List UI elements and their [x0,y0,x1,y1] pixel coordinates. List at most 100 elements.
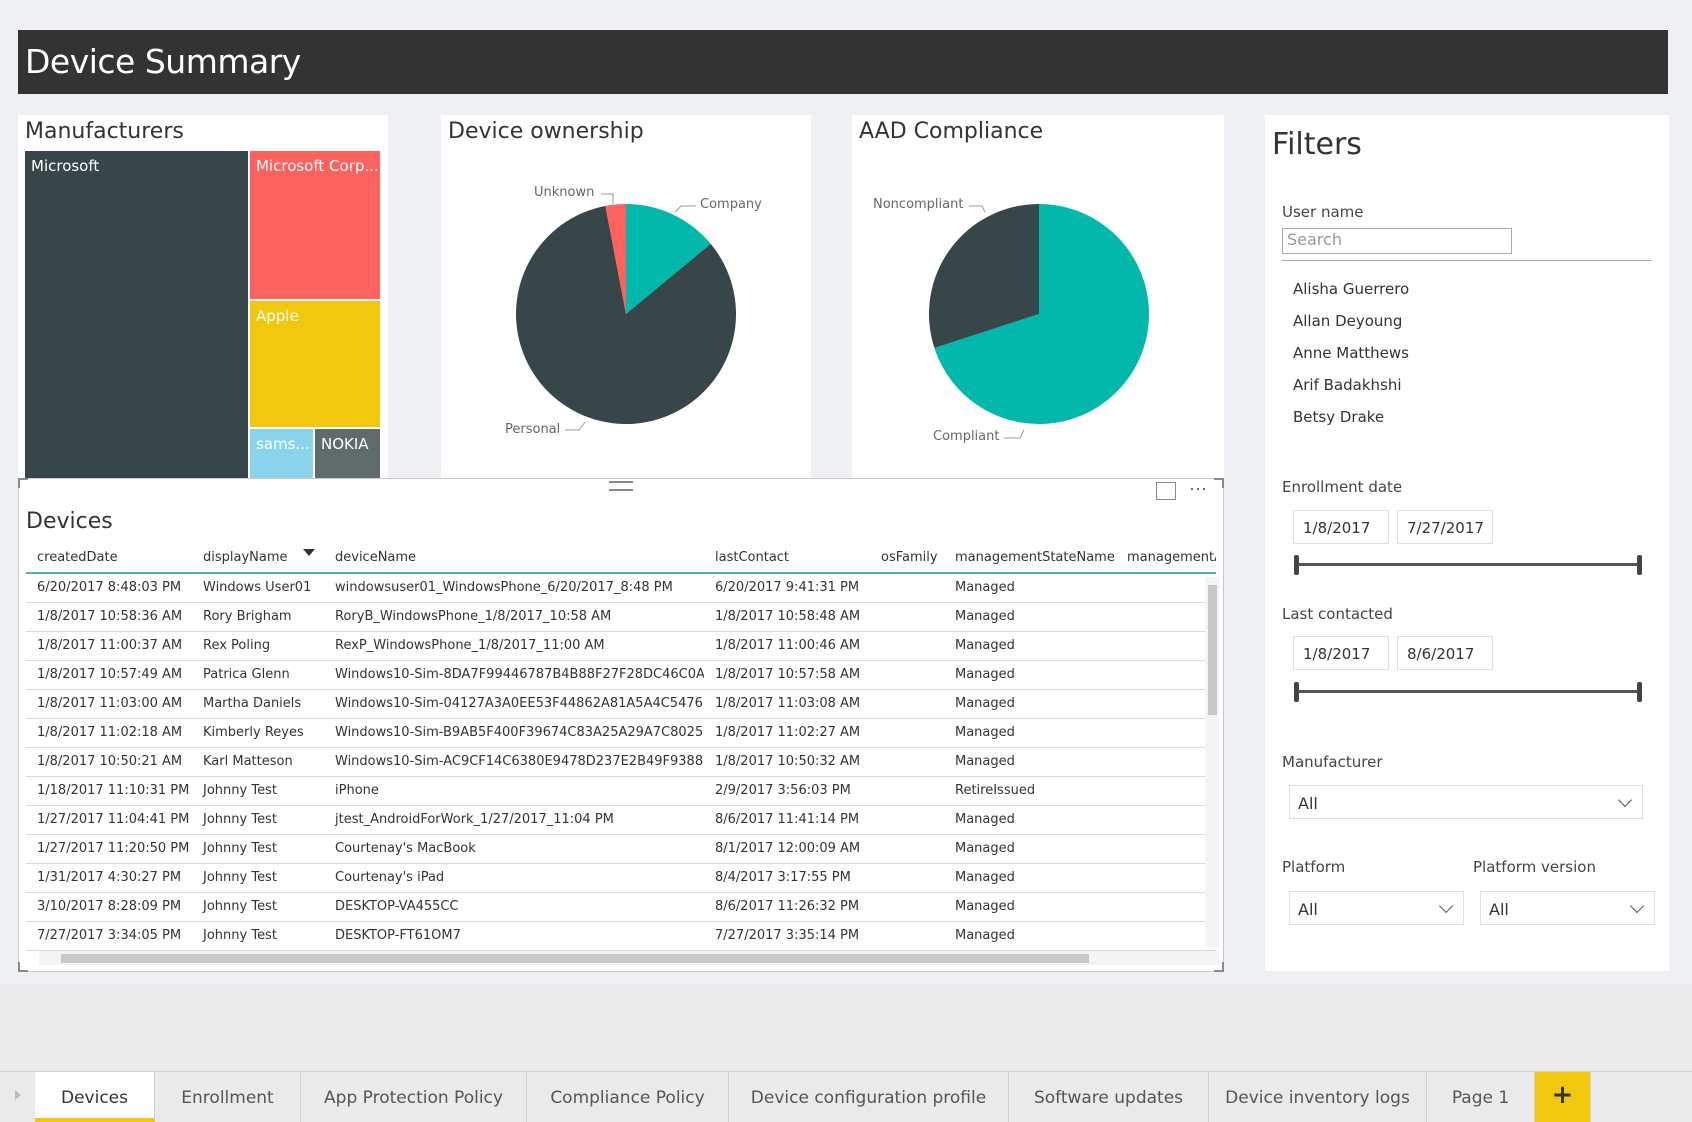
manufacturer-dropdown[interactable]: All [1289,785,1643,819]
compliance-pie-chart[interactable] [852,115,1224,478]
treemap-cell-microsoft[interactable]: Microsoft [25,151,248,478]
treemap-cell-apple[interactable]: Apple [250,301,380,427]
platform-version-dropdown[interactable]: All [1480,891,1655,925]
table-cell: 7/27/2017 3:35:14 PM [704,921,870,951]
scrollbar-thumb[interactable] [61,954,1089,963]
enrollment-to-input[interactable]: 7/27/2017 [1397,510,1493,544]
page-tab[interactable]: Devices [35,1072,155,1122]
aad-compliance-tile[interactable]: AAD Compliance Noncompliant Compliant [852,115,1224,478]
page-tab[interactable]: Device inventory logs [1209,1072,1427,1122]
table-cell: 1/8/2017 10:58:36 AM [26,602,192,632]
user-list-item[interactable]: Allan Deyoung [1293,312,1402,330]
manufacturers-tile[interactable]: Manufacturers Microsoft Microsoft Corp..… [18,115,388,478]
treemap-cell-nokia[interactable]: NOKIA [315,429,380,478]
resize-corner[interactable] [18,478,28,488]
resize-corner[interactable] [1214,478,1224,488]
platform-dropdown[interactable]: All [1289,891,1464,925]
table-cell: 6/20/2017 8:48:03 PM [26,573,192,603]
enrollment-slider-end[interactable] [1637,555,1642,575]
table-row[interactable]: 1/8/2017 11:03:00 AM Martha Daniels Window… [26,689,1216,719]
resize-corner[interactable] [1214,962,1224,972]
platform-version-label: Platform version [1473,858,1596,876]
scroll-left-icon[interactable] [15,1090,21,1100]
column-header-createdDate[interactable]: createdDate [26,543,192,574]
chevron-down-icon [1629,898,1645,914]
table-cell [870,863,944,893]
platform-value: All [1298,900,1318,919]
last-contacted-slider-track[interactable] [1296,690,1642,693]
table-cell: Managed [944,834,1116,864]
column-header-managementStateName[interactable]: managementStateName [944,543,1116,574]
page-tab[interactable]: Compliance Policy [527,1072,729,1122]
table-row[interactable]: 1/18/2017 11:10:31 PM Johnny Test iPhone 2/… [26,776,1216,806]
table-cell: 1/18/2017 11:10:31 PM [26,776,192,806]
table-cell: 3/10/2017 8:28:09 PM [26,892,192,922]
table-row[interactable]: 1/8/2017 10:58:36 AM Rory Brigham RoryB_Wi… [26,602,1216,632]
divider [1282,260,1652,261]
device-ownership-tile[interactable]: Device ownership Unknown Company Persona… [441,115,811,478]
more-options-icon[interactable]: ⋯ [1189,479,1208,500]
platform-label: Platform [1282,858,1346,876]
horizontal-scrollbar[interactable] [39,951,1219,965]
table-cell [1116,892,1216,922]
enrollment-from-input[interactable]: 1/8/2017 [1293,510,1389,544]
user-list-item[interactable]: Betsy Drake [1293,408,1384,426]
column-header-managementA[interactable]: managementA [1116,543,1216,574]
user-search-input[interactable]: Search [1282,228,1512,254]
table-row[interactable]: 1/8/2017 11:00:37 AM Rex Poling RexP_Windo… [26,631,1216,661]
devices-title: Devices [26,509,113,534]
treemap-label: Microsoft [31,157,100,175]
table-row[interactable]: 3/10/2017 8:28:09 PM Johnny Test DESKTOP-V… [26,892,1216,922]
table-row[interactable]: 1/8/2017 11:02:18 AM Kimberly Reyes Window… [26,718,1216,748]
table-cell: Windows10-Sim-B9AB5F400F39674C83A25A29A7… [324,718,704,748]
page-tab[interactable]: Device configuration profile [729,1072,1009,1122]
table-cell: 1/8/2017 11:03:08 AM [704,689,870,719]
drag-handle[interactable] [609,481,633,491]
column-header-displayName[interactable]: displayName [192,543,324,574]
page-tab[interactable]: Enrollment [155,1072,301,1122]
treemap-cell-microsoft-corp[interactable]: Microsoft Corp... [250,151,380,299]
page-tab[interactable]: App Protection Policy [301,1072,527,1122]
enrollment-slider-start[interactable] [1294,555,1299,575]
last-contacted-from-input[interactable]: 1/8/2017 [1293,636,1389,670]
table-row[interactable]: 1/31/2017 4:30:27 PM Johnny Test Courtenay… [26,863,1216,893]
user-list-item[interactable]: Anne Matthews [1293,344,1409,362]
table-cell [1116,573,1216,603]
table-row[interactable]: 1/8/2017 10:57:49 AM Patrica Glenn Windows… [26,660,1216,690]
table-cell: 8/6/2017 11:26:32 PM [704,892,870,922]
table-row[interactable]: 1/27/2017 11:04:41 PM Johnny Test jtest_An… [26,805,1216,835]
table-row[interactable]: 1/8/2017 10:50:21 AM Karl Matteson Windows… [26,747,1216,777]
last-contacted-slider-end[interactable] [1637,682,1642,702]
table-cell: 1/8/2017 11:00:37 AM [26,631,192,661]
column-header-osFamily[interactable]: osFamily [870,543,944,574]
treemap-cell-samsung[interactable]: sams... [250,429,313,478]
vertical-scrollbar[interactable] [1205,577,1219,947]
last-contacted-slider-start[interactable] [1294,682,1299,702]
enrollment-slider-track[interactable] [1296,563,1642,566]
devices-tile[interactable]: ⋯ Devices createdDate displayName deviceNa… [18,478,1224,972]
table-row[interactable]: 7/27/2017 3:34:05 PM Johnny Test DESKTOP-F… [26,921,1216,951]
user-list-item[interactable]: Arif Badakhshi [1293,376,1402,394]
column-header-lastContact[interactable]: lastContact [704,543,870,574]
table-cell: Johnny Test [192,863,324,893]
page-tab[interactable]: Page 1 [1427,1072,1535,1122]
table-cell: Managed [944,863,1116,893]
add-page-button[interactable]: + [1535,1072,1591,1122]
last-contacted-to-input[interactable]: 8/6/2017 [1397,636,1493,670]
table-row[interactable]: 6/20/2017 8:48:03 PM Windows User01 window… [26,573,1216,603]
table-cell [870,805,944,835]
ownership-pie-chart[interactable] [441,115,811,478]
column-header-deviceName[interactable]: deviceName [324,543,704,574]
filters-title: Filters [1272,127,1362,162]
page-tab[interactable]: Software updates [1009,1072,1209,1122]
focus-mode-icon[interactable] [1156,482,1176,500]
table-row[interactable]: 1/27/2017 11:20:50 PM Johnny Test Courtena… [26,834,1216,864]
scrollbar-thumb[interactable] [1208,585,1217,715]
table-cell: Rex Poling [192,631,324,661]
table-cell: Windows10-Sim-04127A3A0EE53F44862A81A5A4… [324,689,704,719]
user-list-item[interactable]: Alisha Guerrero [1293,280,1409,298]
table-cell: 7/27/2017 3:34:05 PM [26,921,192,951]
resize-corner[interactable] [18,962,28,972]
sort-desc-icon[interactable] [303,549,315,556]
table-cell: Courtenay's iPad [324,863,704,893]
